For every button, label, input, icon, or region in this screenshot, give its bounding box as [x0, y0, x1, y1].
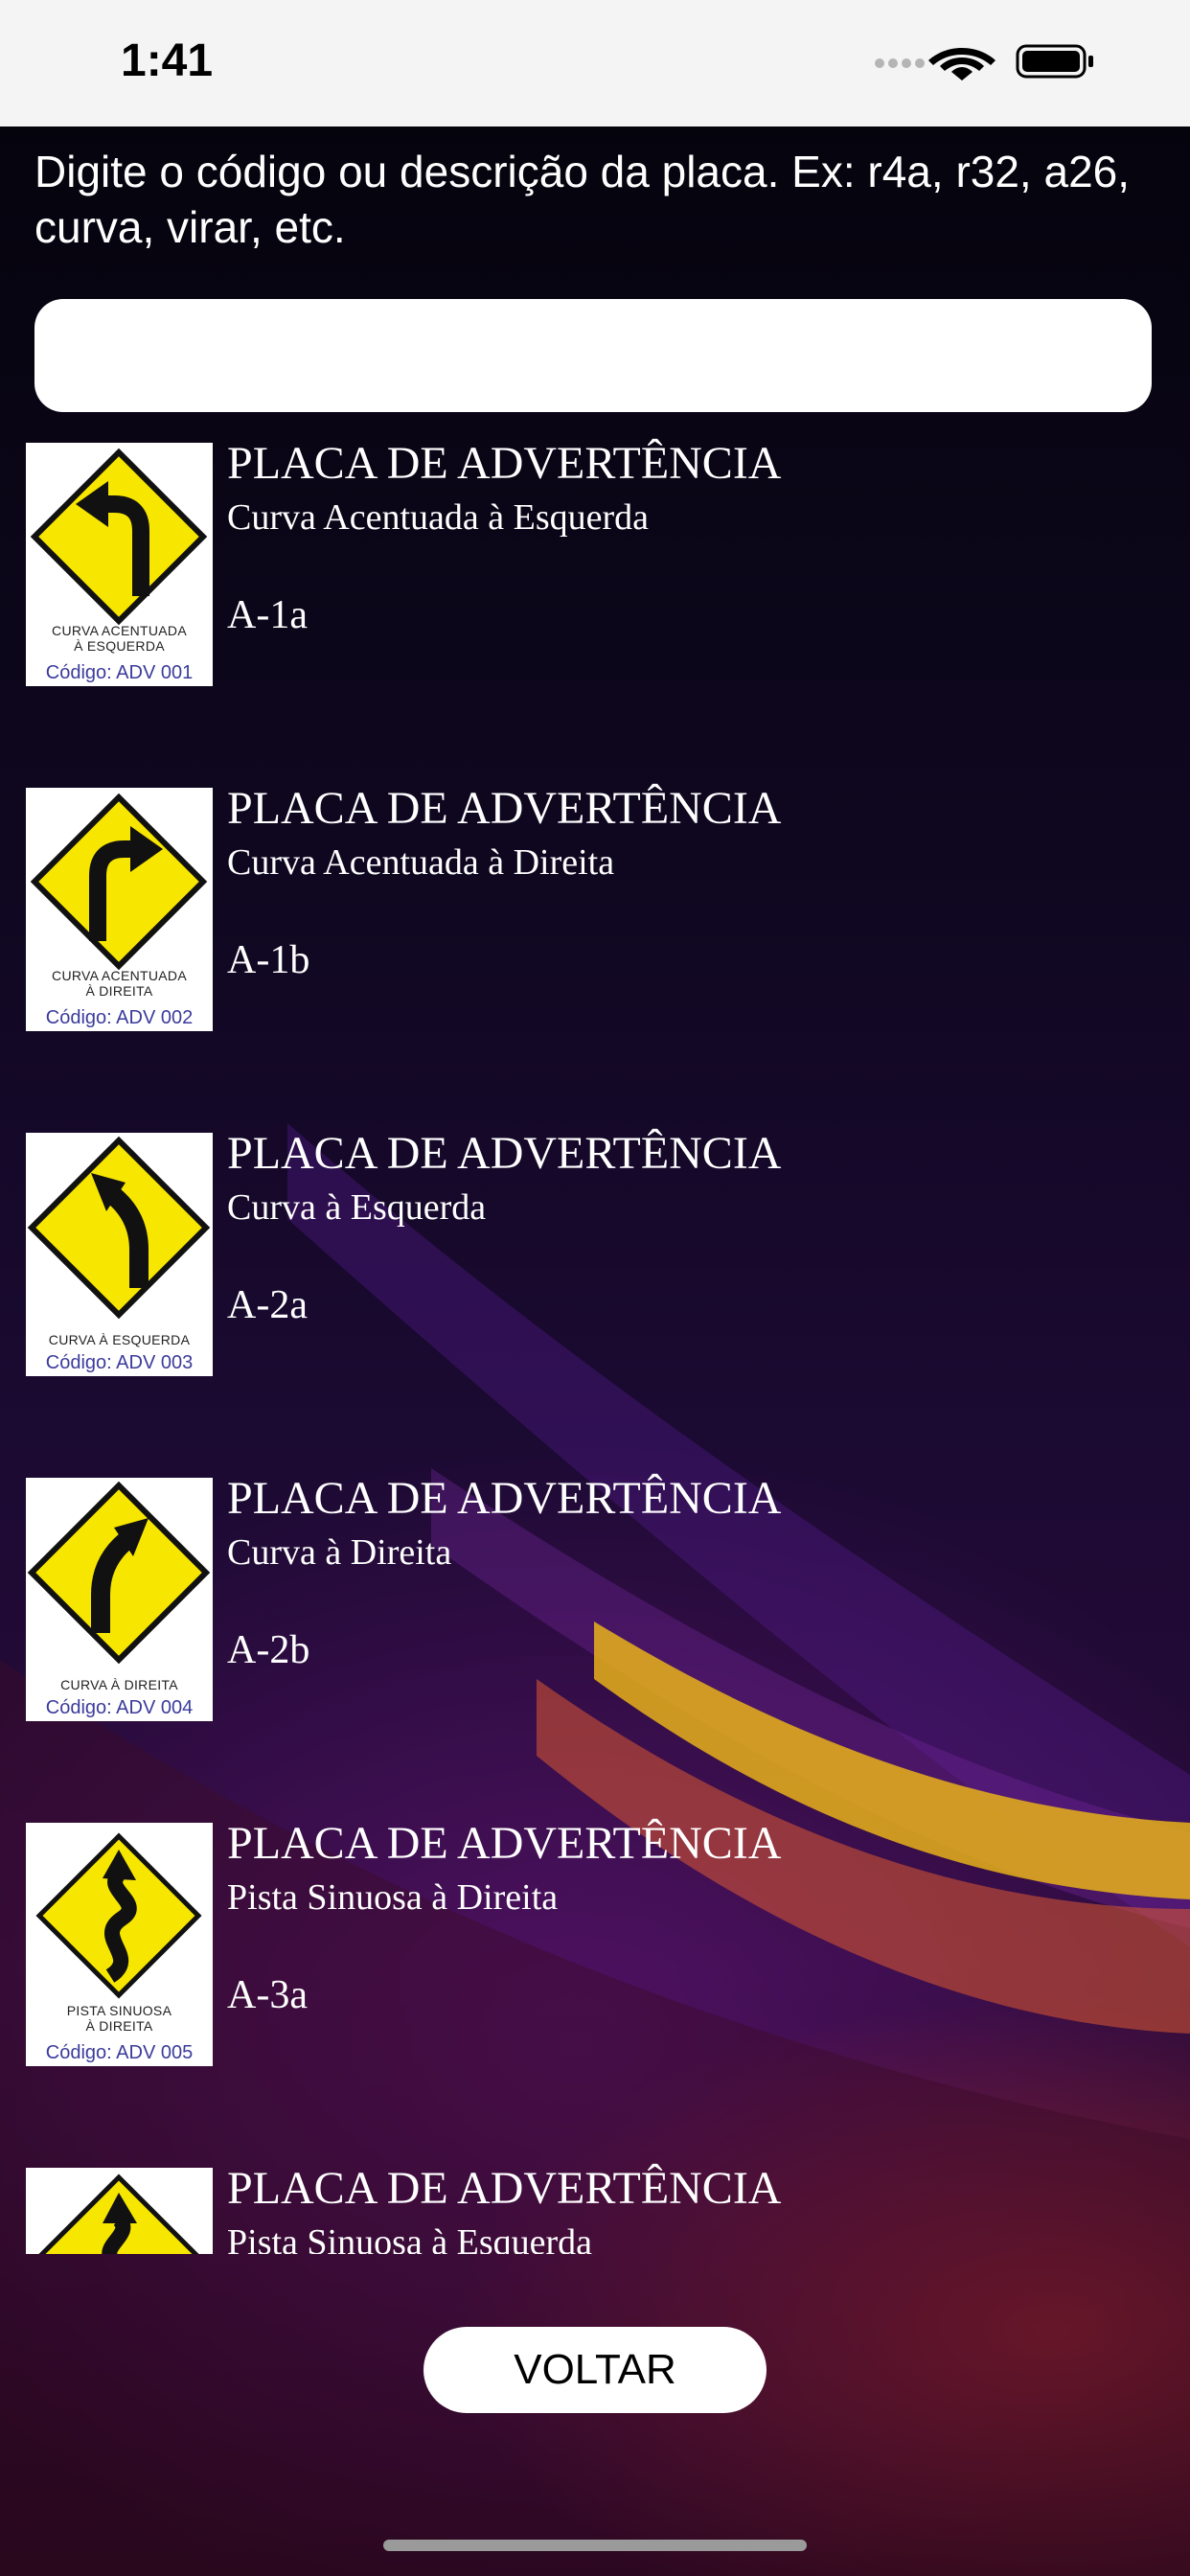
sign-code: A-1a — [227, 593, 308, 637]
cellular-signal-icon — [875, 58, 925, 68]
sharp-curve-right-sign-icon: CURVA ACENTUADA À DIREITA Código: ADV 00… — [26, 788, 213, 1031]
sign-code: A-1b — [227, 938, 310, 982]
list-item[interactable]: CURVA ACENTUADA À DIREITA Código: ADV 00… — [0, 782, 1190, 1031]
search-instructions: Digite o código ou descrição da placa. E… — [34, 147, 1131, 252]
sign-caption-2: À ESQUERDA — [74, 638, 165, 654]
status-icons — [875, 44, 1093, 80]
sign-code: A-2b — [227, 1628, 310, 1672]
sign-category: PLACA DE ADVERTÊNCIA — [227, 438, 782, 489]
sign-description: Curva Acentuada à Esquerda — [227, 497, 649, 538]
back-button[interactable]: VOLTAR — [423, 2327, 767, 2413]
sign-caption: CURVA ACENTUADA — [52, 968, 187, 983]
curve-left-sign-icon: CURVA À ESQUERDA Código: ADV 003 — [26, 1133, 213, 1376]
wifi-icon — [928, 48, 995, 80]
list-item[interactable]: PLACA DE ADVERTÊNCIA Pista Sinuosa à Esq… — [0, 2162, 1190, 2254]
sign-caption: CURVA À DIREITA — [60, 1677, 178, 1692]
sign-caption: PISTA SINUOSA — [66, 2003, 172, 2018]
sign-image-code: Código: ADV 005 — [45, 2042, 194, 2063]
curve-right-sign-icon: CURVA À DIREITA Código: ADV 004 — [26, 1478, 213, 1721]
list-item[interactable]: CURVA ACENTUADA À ESQUERDA Código: ADV 0… — [0, 437, 1190, 686]
sign-category: PLACA DE ADVERTÊNCIA — [227, 783, 782, 834]
sign-description: Curva à Direita — [227, 1532, 452, 1573]
winding-road-left-sign-icon — [26, 2168, 213, 2254]
list-item[interactable]: PISTA SINUOSA À DIREITA Código: ADV 005 … — [0, 1817, 1190, 2066]
home-indicator[interactable] — [383, 2540, 807, 2551]
sign-category: PLACA DE ADVERTÊNCIA — [227, 1473, 782, 1524]
sign-image-code: Código: ADV 002 — [45, 1007, 194, 1028]
sign-category: PLACA DE ADVERTÊNCIA — [227, 1128, 782, 1179]
sign-image-code: Código: ADV 003 — [45, 1352, 194, 1373]
sign-caption-2: À DIREITA — [85, 983, 153, 999]
sign-caption: CURVA À ESQUERDA — [48, 1332, 191, 1347]
sign-category: PLACA DE ADVERTÊNCIA — [227, 2163, 782, 2214]
sign-description: Curva à Esquerda — [227, 1187, 487, 1228]
sign-description: Curva Acentuada à Direita — [227, 842, 615, 883]
sign-caption: CURVA ACENTUADA — [52, 623, 187, 638]
list-item[interactable]: CURVA À DIREITA Código: ADV 004 PLACA DE… — [0, 1472, 1190, 1721]
sign-image-code: Código: ADV 001 — [45, 662, 194, 683]
winding-road-right-sign-icon: PISTA SINUOSA À DIREITA Código: ADV 005 — [26, 1823, 213, 2066]
sign-list[interactable]: CURVA ACENTUADA À ESQUERDA Código: ADV 0… — [0, 437, 1190, 2254]
sign-image-code: Código: ADV 004 — [45, 1697, 194, 1718]
sign-code: A-3a — [227, 1973, 308, 2017]
sign-description: Pista Sinuosa à Esquerda — [227, 2222, 593, 2254]
status-time: 1:41 — [121, 35, 214, 86]
search-input[interactable] — [34, 299, 1152, 412]
battery-icon — [1016, 44, 1093, 79]
sign-caption-2: À DIREITA — [85, 2018, 153, 2034]
list-item[interactable]: CURVA À ESQUERDA Código: ADV 003 PLACA D… — [0, 1127, 1190, 1376]
sign-code: A-2a — [227, 1283, 308, 1327]
sign-category: PLACA DE ADVERTÊNCIA — [227, 1818, 782, 1869]
sharp-curve-left-sign-icon: CURVA ACENTUADA À ESQUERDA Código: ADV 0… — [26, 443, 213, 686]
sign-description: Pista Sinuosa à Direita — [227, 1877, 559, 1918]
status-bar: 1:41 — [0, 0, 1190, 126]
